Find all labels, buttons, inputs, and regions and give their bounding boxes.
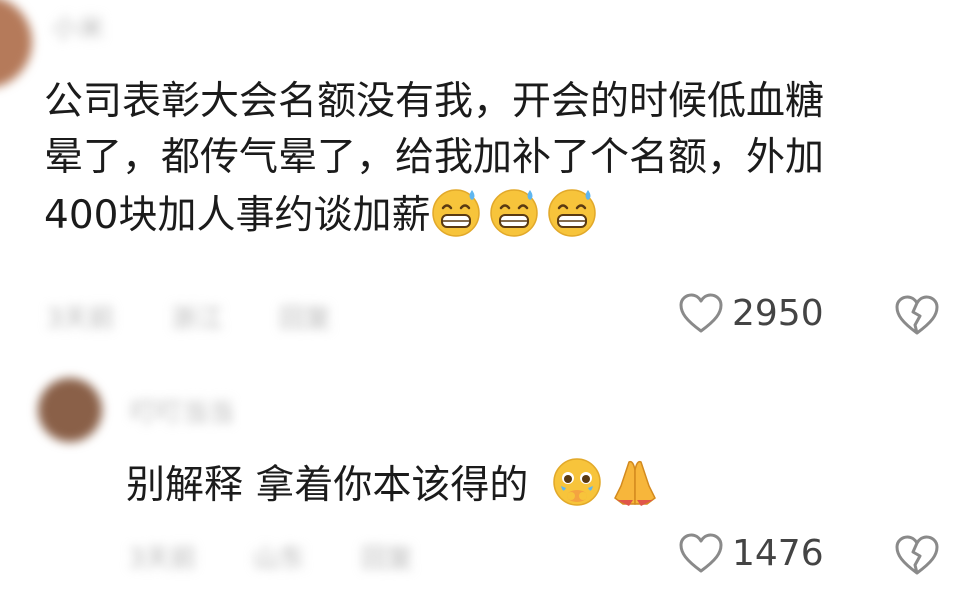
dislike-icon[interactable] — [894, 534, 940, 576]
comment-line: 晕了，都传气晕了，给我加补了个名额，外加 — [44, 135, 825, 180]
location: 山东 — [252, 544, 305, 574]
username[interactable]: 小米 — [52, 8, 104, 45]
like-button[interactable]: 2950 — [678, 292, 824, 334]
sweat-grin-emoji — [490, 189, 539, 237]
like-button[interactable]: 1476 — [678, 532, 824, 574]
folded-hands-emoji — [613, 460, 656, 506]
like-count: 2950 — [732, 292, 824, 334]
dislike-icon[interactable] — [894, 294, 940, 336]
comment-line: 400块加人事约谈加薪 — [44, 186, 824, 244]
like-count: 1476 — [732, 532, 824, 574]
comment-line: 公司表彰大会名额没有我，开会的时候低血糖 — [44, 79, 825, 124]
heart-icon — [679, 293, 723, 333]
comment-text-content: 别解释 拿着你本该得的 — [126, 463, 529, 508]
comment-meta: 3天前 浙江 回复 — [46, 298, 379, 335]
avatar[interactable] — [38, 378, 102, 442]
avatar[interactable] — [0, 0, 32, 88]
location: 浙江 — [170, 304, 223, 334]
sweat-grin-emoji — [548, 189, 597, 237]
comment-line-text: 400块加人事约谈加薪 — [44, 193, 431, 238]
comment-text: 别解释 拿着你本该得的 — [126, 456, 667, 514]
reply-button[interactable]: 回复 — [279, 304, 331, 334]
timestamp: 3天前 — [46, 304, 115, 334]
heart-icon — [679, 533, 723, 573]
pleading-face-emoji — [553, 458, 601, 506]
timestamp: 3天前 — [128, 544, 197, 574]
sweat-grin-emoji — [432, 189, 481, 237]
comment-text: 公司表彰大会名额没有我，开会的时候低血糖 晕了，都传气晕了，给我加补了个名额，外… — [44, 74, 824, 244]
comment-meta: 3天前 山东 回复 — [128, 538, 461, 575]
reply-button[interactable]: 回复 — [361, 544, 413, 574]
username[interactable]: 叮叮当当 — [130, 392, 234, 429]
